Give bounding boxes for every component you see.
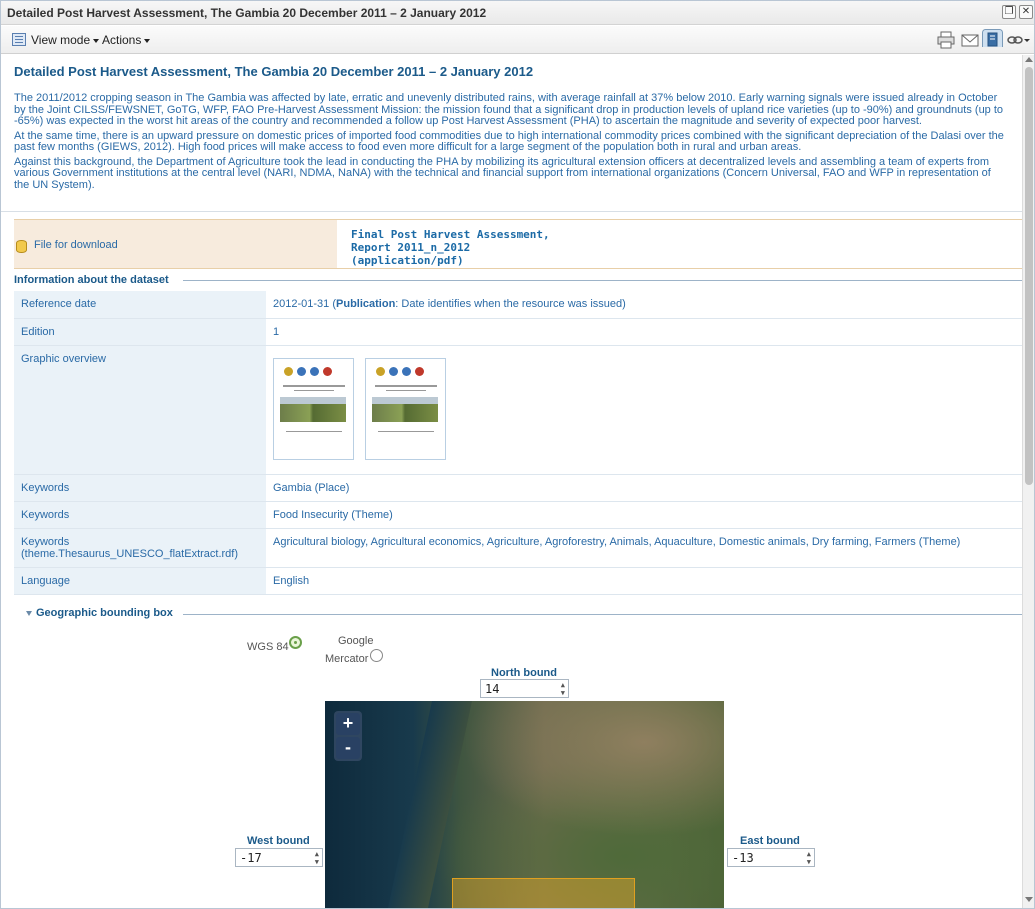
east-bound-input[interactable]: -13 ▲ ▼ [727, 848, 815, 867]
view-mode-icon [12, 33, 26, 46]
bounding-box-overlay[interactable] [452, 878, 635, 908]
field-value: English [266, 567, 1022, 595]
download-box: File for download Final Post Harvest Ass… [14, 219, 1022, 269]
vertical-scrollbar[interactable] [1022, 55, 1034, 908]
view-mode-menu[interactable]: View mode [31, 33, 100, 47]
database-icon [16, 240, 27, 253]
download-link-line: Final Post Harvest Assessment, [351, 228, 550, 241]
chevron-down-icon [93, 38, 100, 43]
abstract-paragraph: Against this background, the Department … [14, 155, 991, 191]
field-value: 1 [266, 318, 1022, 346]
reference-date-description: : Date identifies when the resource was … [395, 298, 626, 310]
zoom-control: + - [334, 711, 362, 761]
table-row: Graphic overview [14, 345, 1022, 475]
north-bound-value: 14 [485, 682, 500, 696]
divider [1, 211, 1022, 212]
wgs84-radio[interactable] [289, 636, 302, 649]
abstract-paragraph: At the same time, there is an upward pre… [14, 129, 1004, 153]
download-link-line: (application/pdf) [351, 254, 464, 267]
title-bar: Detailed Post Harvest Assessment, The Ga… [1, 1, 1034, 25]
record-content: Detailed Post Harvest Assessment, The Ga… [1, 55, 1022, 908]
geo-section-title[interactable]: Geographic bounding box [36, 607, 173, 619]
table-row: Keywords (theme.Thesaurus_UNESCO_flatExtr… [14, 528, 1022, 568]
view-mode-label: View mode [31, 33, 91, 47]
north-bound-label: North bound [491, 667, 557, 679]
abstract: The 2011/2012 cropping season in The Gam… [14, 92, 1009, 194]
thumbnail-image[interactable] [273, 357, 354, 460]
table-row: Edition 1 [14, 318, 1022, 346]
download-label-cell: File for download [14, 220, 337, 268]
table-row: Reference date 2012-01-31 (Publication: … [14, 291, 1022, 319]
section-rule [183, 280, 1022, 281]
google-mercator-label-line: Google [338, 635, 374, 647]
print-icon[interactable] [937, 31, 955, 49]
field-key: Language [14, 567, 266, 595]
actions-menu[interactable]: Actions [102, 33, 151, 47]
field-value: Gambia (Place) [266, 474, 1022, 502]
table-row: Keywords Food Insecurity (Theme) [14, 501, 1022, 529]
logo-row [284, 366, 336, 379]
dataset-section-title: Information about the dataset [14, 274, 169, 286]
field-key: Keywords [14, 501, 266, 529]
field-value: Food Insecurity (Theme) [266, 501, 1022, 529]
field-key-line: (theme.Thesaurus_UNESCO_flatExtract.rdf) [21, 547, 239, 560]
reference-date-paren: ( [329, 298, 337, 310]
abstract-paragraph: The 2011/2012 cropping season in The Gam… [14, 92, 1004, 127]
actions-label: Actions [102, 33, 142, 47]
logo-row [376, 366, 428, 379]
email-icon[interactable] [961, 31, 979, 49]
west-bound-input[interactable]: -17 ▲ ▼ [235, 848, 323, 867]
map-view[interactable]: + - [325, 701, 724, 908]
dataset-info-table: Reference date 2012-01-31 (Publication: … [14, 291, 1022, 595]
field-value: 2012-01-31 (Publication: Date identifies… [266, 291, 1022, 319]
google-mercator-label-line: Mercator [325, 653, 369, 665]
link-icon[interactable] [1007, 31, 1031, 49]
google-mercator-radio[interactable] [370, 649, 383, 662]
reference-date-type: Publication [336, 298, 396, 310]
reference-date-value: 2012-01-31 [273, 298, 330, 310]
window-title: Detailed Post Harvest Assessment, The Ga… [7, 6, 487, 20]
restore-window-button[interactable]: ❐ [1002, 5, 1016, 19]
spinner-arrows-icon[interactable]: ▲ ▼ [561, 681, 565, 697]
bookmark-icon[interactable] [982, 29, 1003, 47]
thumbnail-image[interactable] [365, 357, 447, 460]
spinner-arrows-icon[interactable]: ▲ ▼ [315, 850, 319, 866]
field-key: Keywords [14, 474, 266, 502]
zoom-out-button[interactable]: - [336, 737, 360, 759]
chevron-down-icon [144, 38, 151, 43]
field-key: Reference date [14, 291, 266, 319]
graphic-overview [266, 345, 1022, 475]
field-key: Keywords (theme.Thesaurus_UNESCO_flatExtr… [14, 528, 266, 568]
north-bound-input[interactable]: 14 ▲ ▼ [480, 679, 569, 698]
toolbar: View mode Actions [1, 26, 1034, 54]
east-bound-value: -13 [732, 851, 754, 865]
download-link-line: Report 2011_n_2012 [351, 241, 471, 254]
close-window-button[interactable]: ✕ [1019, 5, 1033, 19]
field-key: Graphic overview [14, 345, 266, 475]
field-value: Agricultural biology, Agricultural econo… [266, 528, 1022, 568]
west-bound-value: -17 [240, 851, 262, 865]
section-rule [183, 614, 1022, 615]
table-row: Keywords Gambia (Place) [14, 474, 1022, 502]
download-link[interactable]: Final Post Harvest Assessment, Report 20… [351, 228, 550, 267]
zoom-in-button[interactable]: + [336, 713, 360, 735]
east-bound-label: East bound [740, 835, 800, 847]
field-key-line: Keywords [21, 535, 70, 548]
field-key: Edition [14, 318, 266, 346]
scroll-down-icon[interactable] [1025, 897, 1033, 902]
spinner-arrows-icon[interactable]: ▲ ▼ [807, 850, 811, 866]
coastline-shape [388, 701, 472, 908]
scroll-up-icon[interactable] [1025, 57, 1033, 62]
metadata-window: Detailed Post Harvest Assessment, The Ga… [0, 0, 1035, 909]
collapse-toggle-icon[interactable] [26, 611, 32, 616]
west-bound-label: West bound [247, 835, 310, 847]
wgs84-label: WGS 84 [247, 641, 289, 653]
page-title: Detailed Post Harvest Assessment, The Ga… [14, 64, 534, 79]
download-label: File for download [34, 239, 118, 251]
table-row: Language English [14, 567, 1022, 595]
scrollbar-thumb[interactable] [1025, 67, 1033, 485]
